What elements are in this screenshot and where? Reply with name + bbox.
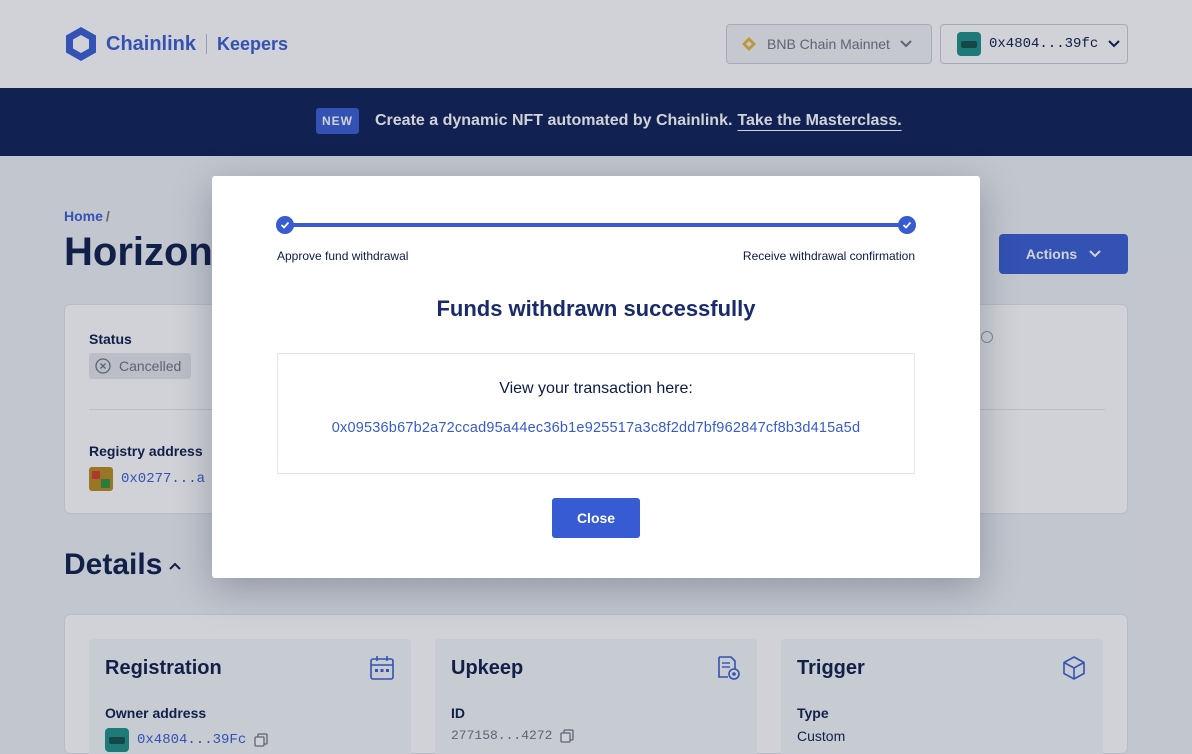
- step-2-complete: [898, 216, 916, 234]
- step-2-label: Receive withdrawal confirmation: [742, 249, 915, 263]
- transaction-hash-link[interactable]: 0x09536b67b2a72ccad95a44ec36b1e925517a3c…: [278, 420, 914, 436]
- progress-stepper: [276, 216, 916, 234]
- check-icon: [902, 221, 912, 229]
- modal-title: Funds withdrawn successfully: [436, 296, 756, 321]
- step-1-label: Approve fund withdrawal: [277, 249, 409, 263]
- stepper-progress-line: [285, 223, 907, 227]
- check-icon: [280, 221, 290, 229]
- step-1-complete: [276, 216, 294, 234]
- transaction-label: View your transaction here:: [499, 380, 693, 397]
- transaction-box: View your transaction here: 0x09536b67b2…: [277, 353, 915, 474]
- close-button[interactable]: Close: [552, 498, 640, 538]
- withdraw-success-modal: Approve fund withdrawal Receive withdraw…: [212, 176, 980, 578]
